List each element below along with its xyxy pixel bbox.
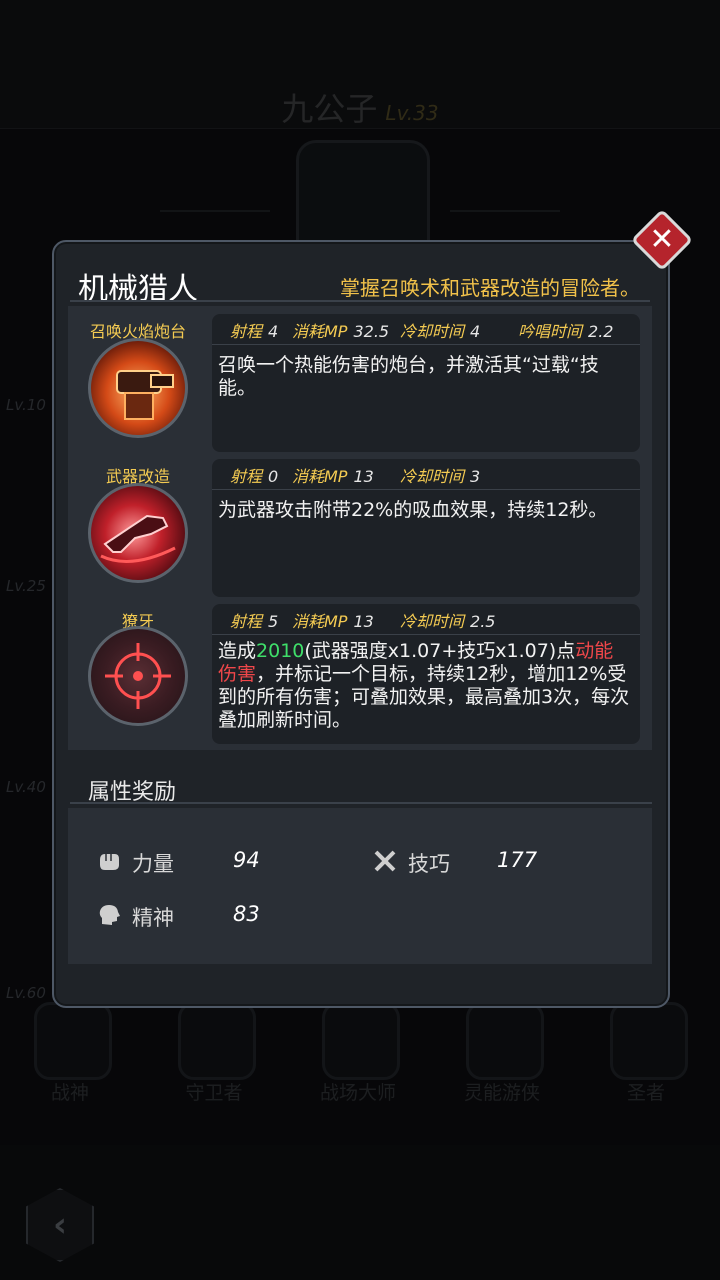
damage-formula: (武器强度x1.07+技巧x1.07)点: [304, 640, 576, 662]
stat-range: 射程 0: [230, 467, 279, 486]
close-icon[interactable]: ✕: [640, 218, 684, 262]
divider: [70, 802, 652, 804]
divider: [70, 300, 650, 302]
skill-description: 造成2010(武器强度x1.07+技巧x1.07)点动能伤害，并标记一个目标，持…: [218, 640, 630, 732]
skill-stats: 射程 0 消耗MP 13 冷却时间 3: [212, 459, 640, 490]
skill-stats: 射程 5 消耗MP 13 冷却时间 2.5: [212, 604, 640, 635]
skill-description: 召唤一个热能伤害的炮台，并激活其“过载“技能。: [218, 354, 599, 399]
desc-suffix: ，并标记一个目标，持续12秒，增加12%受到的所有伤害；可叠加效果，最高叠加3次…: [218, 663, 630, 731]
stat-cooldown: 冷却时间 3: [400, 467, 481, 486]
skill-card: 射程 5 消耗MP 13 冷却时间 2.5 造成2010(武器强度x1.07+技巧x1…: [212, 604, 640, 744]
crosshair-icon[interactable]: [88, 626, 188, 726]
skill-card: 射程 4 消耗MP 32.5 冷却时间 4 吟唱时间 2.2 召唤一个热能伤害的炮台，并…: [212, 314, 640, 452]
stat-cooldown: 冷却时间 4: [400, 322, 481, 341]
attributes-panel: [68, 808, 652, 964]
class-description: 掌握召唤术和武器改造的冒险者。: [340, 276, 640, 300]
stat-range: 射程 4: [230, 322, 279, 341]
attribute-label: 精神: [132, 906, 174, 930]
skill-card: 射程 0 消耗MP 13 冷却时间 3 为武器攻击附带22%的吸血效果，持续12秒。: [212, 459, 640, 597]
stat-mp-cost: 消耗MP 32.5: [292, 322, 390, 341]
weapon-mod-icon[interactable]: [88, 483, 188, 583]
crossed-tools-icon: [374, 850, 396, 872]
stat-cooldown: 冷却时间 2.5: [400, 612, 496, 631]
stat-cast-time: 吟唱时间 2.2: [518, 322, 614, 341]
attribute-value: 94: [233, 848, 260, 872]
stat-mp-cost: 消耗MP 13: [292, 612, 374, 631]
stat-range: 射程 5: [230, 612, 279, 631]
fist-icon: [100, 854, 119, 870]
turret-icon[interactable]: [88, 338, 188, 438]
stat-mp-cost: 消耗MP 13: [292, 467, 374, 486]
skill-stats: 射程 4 消耗MP 32.5 冷却时间 4 吟唱时间 2.2: [212, 314, 640, 345]
attribute-label: 技巧: [408, 852, 450, 876]
damage-value: 2010: [256, 640, 305, 662]
desc-prefix: 造成: [218, 640, 257, 662]
attribute-value: 177: [497, 848, 538, 872]
head-icon: [99, 905, 120, 925]
attribute-label: 力量: [132, 852, 174, 876]
skill-description: 为武器攻击附带22%的吸血效果，持续12秒。: [218, 499, 608, 521]
attribute-value: 83: [233, 902, 260, 926]
